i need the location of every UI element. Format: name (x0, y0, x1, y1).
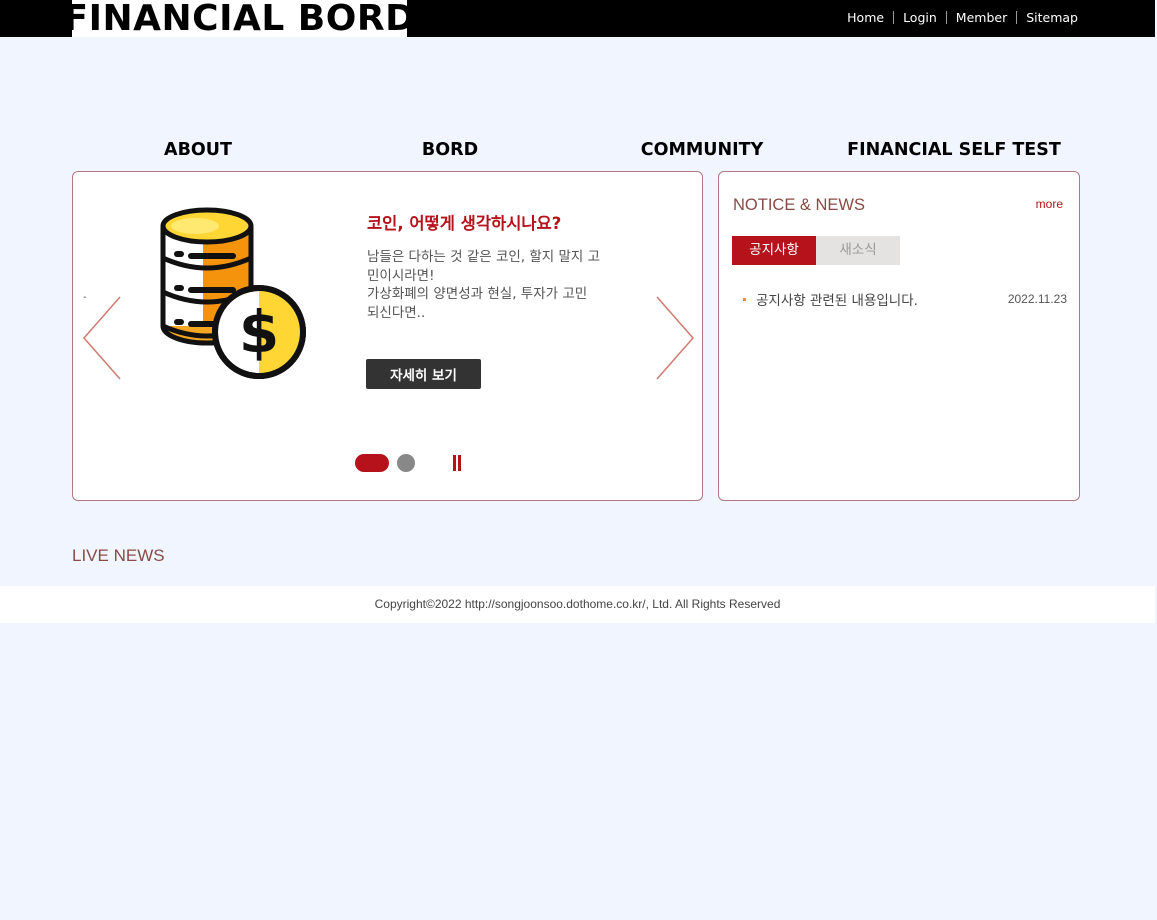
nav-item-about[interactable]: ABOUT (72, 139, 324, 161)
slide-text-line: 남들은 다하는 것 같은 코인, 할지 말지 고 (367, 249, 601, 265)
slide-text-line: 민이시라면! (367, 267, 435, 284)
pause-icon[interactable] (451, 453, 463, 473)
chevron-right-icon[interactable] (655, 295, 695, 381)
nav-item-community[interactable]: COMMUNITY (576, 139, 828, 161)
login-link[interactable]: Login (903, 10, 937, 25)
divider (945, 11, 947, 24)
live-news-title: LIVE NEWS (72, 546, 165, 565)
notice-tabs: 공지사항 새소식 (732, 236, 900, 265)
tab-notice[interactable]: 공지사항 (732, 236, 816, 265)
slide-description: 남들은 다하는 것 같은 코인, 할지 말지 고 민이시라면! 가상화폐의 양면… (367, 248, 637, 322)
coin-stack-dollar-icon: $ (160, 207, 306, 379)
nav-item-financial-self-test[interactable]: FINANCIAL SELF TEST (828, 139, 1080, 161)
member-link[interactable]: Member (956, 10, 1007, 25)
tab-news[interactable]: 새소식 (816, 236, 900, 265)
list-item-date: 2022.11.23 (1007, 292, 1067, 306)
sitemap-link[interactable]: Sitemap (1026, 10, 1078, 25)
list-item-title[interactable]: 공지사항 관련된 내용입니다. (756, 289, 1008, 309)
slide-text-line: 가상화폐의 양면성과 현실, 투자가 고민 (367, 286, 588, 302)
slide-indicator[interactable] (397, 454, 415, 472)
nav-item-bord[interactable]: BORD (324, 139, 576, 161)
slide-title: 코인, 어떻게 생각하시나요? (367, 214, 562, 233)
top-bar: FINANCIAL BORD Home Login Member Sitemap (0, 0, 1155, 37)
chevron-left-icon[interactable] (82, 295, 122, 381)
slide-text-line: 되신다면.. (367, 304, 426, 321)
notice-news-panel: NOTICE & NEWS more 공지사항 새소식 공지사항 관련된 내용입… (718, 171, 1080, 501)
view-details-button[interactable]: 자세히 보기 (366, 359, 481, 389)
slide-indicator-active[interactable] (355, 454, 389, 472)
more-link[interactable]: more (1036, 197, 1063, 211)
copyright-text: Copyright©2022 http://songjoonsoo.dothom… (374, 597, 781, 611)
list-item: 공지사항 관련된 내용입니다. 2022.11.23 (743, 289, 1067, 309)
footer: Copyright©2022 http://songjoonsoo.dothom… (0, 586, 1155, 623)
main-nav: ABOUT BORD COMMUNITY FINANCIAL SELF TEST (72, 139, 1080, 161)
site-logo[interactable]: FINANCIAL BORD (72, 0, 407, 37)
notice-title: NOTICE & NEWS (733, 196, 866, 214)
bullet-icon (743, 297, 746, 301)
home-link[interactable]: Home (847, 10, 884, 25)
divider (1016, 11, 1018, 24)
main-slider: - $ 코인, 어떻게 생각하시나요? 남들은 다하는 것 같은 코인, 할지 … (72, 171, 703, 501)
divider (893, 11, 895, 24)
svg-text:$: $ (239, 298, 279, 366)
utility-nav: Home Login Member Sitemap (847, 10, 1078, 25)
